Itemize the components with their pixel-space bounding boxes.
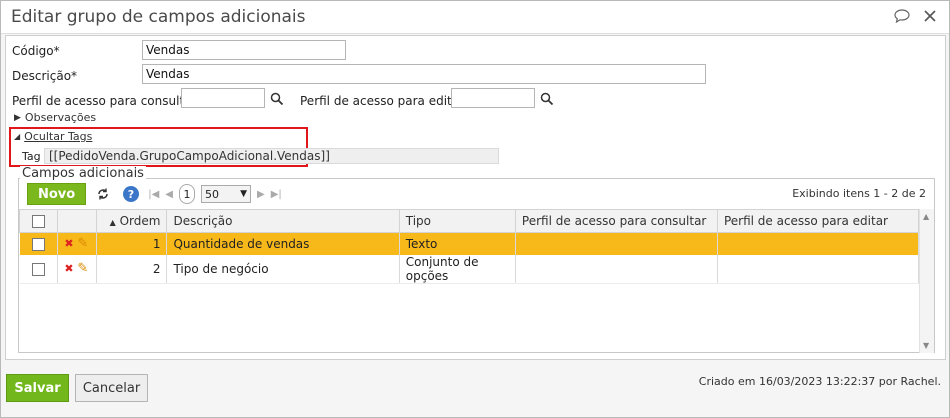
row-checkbox-cell bbox=[19, 254, 59, 284]
created-info: Criado em 16/03/2023 13:22:37 por Rachel… bbox=[698, 375, 941, 388]
column-header-tipo[interactable]: Tipo bbox=[398, 209, 516, 233]
campos-grid: Novo ? |◀ ◀ 1 50 ▼ ▶ ▶| Exibindo itens 1… bbox=[18, 178, 935, 353]
row-perfil-editar bbox=[717, 232, 920, 255]
ocultar-tags-toggle[interactable]: ◢ Ocultar Tags bbox=[14, 130, 92, 143]
dialog: Editar grupo de campos adicionais Código… bbox=[0, 0, 950, 418]
actions-header bbox=[57, 209, 97, 233]
codigo-input[interactable] bbox=[142, 40, 346, 60]
comment-icon[interactable] bbox=[893, 7, 911, 25]
row-ordem: 1 bbox=[96, 232, 168, 255]
row-checkbox[interactable] bbox=[31, 237, 45, 251]
scroll-down-icon[interactable]: ▼ bbox=[923, 341, 929, 350]
codigo-label: Código* bbox=[12, 44, 60, 58]
row-tipo: Texto bbox=[399, 232, 516, 255]
table-row[interactable]: ✖ ✎ 2 Tipo de negócio Conjunto de opções bbox=[19, 254, 920, 284]
page-size-select[interactable]: 50 ▼ bbox=[200, 185, 251, 203]
perfil-consultar-input[interactable] bbox=[181, 88, 265, 108]
close-icon[interactable] bbox=[921, 7, 939, 25]
prev-page-icon[interactable]: ◀ bbox=[165, 189, 173, 200]
edit-pencil-icon[interactable]: ✎ bbox=[77, 261, 88, 276]
help-icon[interactable]: ? bbox=[120, 183, 142, 205]
select-all-header bbox=[18, 209, 59, 233]
scroll-up-icon[interactable]: ▲ bbox=[923, 212, 929, 221]
row-ordem: 2 bbox=[96, 254, 168, 284]
last-page-icon[interactable]: ▶| bbox=[271, 189, 282, 200]
ocultar-tags-label: Ocultar Tags bbox=[24, 130, 93, 143]
row-descricao: Quantidade de vendas bbox=[166, 232, 400, 255]
column-header-descricao[interactable]: Descrição bbox=[166, 209, 400, 233]
column-header-ordem[interactable]: ▲ Ordem bbox=[95, 209, 168, 233]
chevron-down-icon: ▼ bbox=[240, 189, 247, 199]
row-checkbox-cell bbox=[19, 232, 59, 255]
next-page-icon[interactable]: ▶ bbox=[257, 189, 265, 200]
observacoes-toggle[interactable]: ▶ Observações bbox=[14, 111, 96, 124]
perfil-consultar-label: Perfil de acesso para consultar bbox=[12, 94, 197, 108]
select-all-checkbox[interactable] bbox=[32, 215, 46, 228]
perfil-editar-label: Perfil de acesso para editar bbox=[300, 94, 465, 108]
caret-right-icon: ▶ bbox=[14, 112, 21, 123]
edit-pencil-icon[interactable]: ✎ bbox=[77, 236, 88, 251]
caret-down-icon: ◢ bbox=[14, 132, 21, 141]
tag-value-field: [[PedidoVenda.GrupoCampoAdicional.Vendas… bbox=[44, 148, 499, 164]
sort-asc-icon: ▲ bbox=[109, 218, 116, 227]
perfil-editar-input[interactable] bbox=[451, 88, 535, 108]
dialog-title: Editar grupo de campos adicionais bbox=[11, 7, 306, 27]
row-descricao: Tipo de negócio bbox=[166, 254, 400, 284]
pager-info: Exibindo itens 1 - 2 de 2 bbox=[792, 187, 926, 200]
delete-icon[interactable]: ✖ bbox=[64, 262, 73, 275]
row-perfil-editar bbox=[717, 254, 920, 284]
search-icon[interactable] bbox=[270, 92, 284, 106]
refresh-icon[interactable] bbox=[92, 183, 114, 205]
form-panel: Código* Descrição* Perfil de acesso para… bbox=[5, 35, 946, 360]
column-header-perfil-editar[interactable]: Perfil de acesso para editar bbox=[716, 209, 920, 233]
page-number[interactable]: 1 bbox=[178, 184, 195, 204]
descricao-input[interactable] bbox=[142, 64, 706, 84]
row-actions: ✖ ✎ bbox=[57, 232, 97, 255]
title-bar: Editar grupo de campos adicionais bbox=[1, 1, 949, 34]
row-perfil-consultar bbox=[515, 254, 718, 284]
table-row[interactable]: ✖ ✎ 1 Quantidade de vendas Texto bbox=[19, 232, 920, 255]
grid-table: ▲ Ordem Descrição Tipo Perfil de acesso … bbox=[18, 209, 920, 284]
vertical-scrollbar[interactable]: ▲ ▼ bbox=[919, 209, 934, 353]
delete-icon[interactable]: ✖ bbox=[64, 237, 73, 250]
row-tipo: Conjunto de opções bbox=[399, 254, 516, 284]
search-icon[interactable] bbox=[540, 92, 554, 106]
column-header-perfil-consultar[interactable]: Perfil de acesso para consultar bbox=[514, 209, 718, 233]
row-perfil-consultar bbox=[515, 232, 718, 255]
observacoes-label: Observações bbox=[24, 111, 97, 124]
row-checkbox[interactable] bbox=[31, 262, 45, 276]
svg-text:?: ? bbox=[128, 188, 134, 201]
page-size-value: 50 bbox=[204, 187, 219, 201]
row-actions: ✖ ✎ bbox=[57, 254, 97, 284]
novo-button[interactable]: Novo bbox=[27, 183, 87, 205]
tag-label: Tag bbox=[22, 150, 41, 163]
first-page-icon[interactable]: |◀ bbox=[148, 189, 159, 200]
campos-adicionais-legend: Campos adicionais bbox=[20, 166, 146, 181]
cancelar-button[interactable]: Cancelar bbox=[75, 374, 148, 402]
salvar-button[interactable]: Salvar bbox=[6, 374, 69, 402]
descricao-label: Descrição* bbox=[12, 69, 78, 83]
